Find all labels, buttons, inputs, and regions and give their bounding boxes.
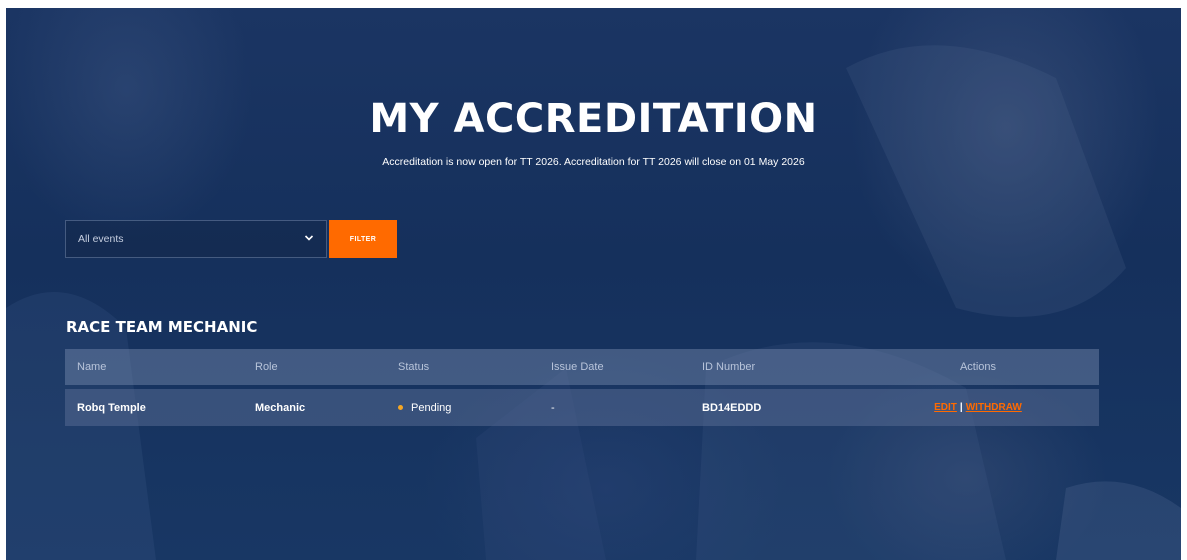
cell-role: Mechanic (255, 401, 306, 414)
cell-name: Robq Temple (77, 401, 146, 414)
cell-issue-date: - (551, 401, 555, 414)
section-title: RACE TEAM MECHANIC (66, 318, 258, 336)
column-header-issue-date: Issue Date (551, 361, 604, 373)
column-header-actions: Actions (959, 361, 997, 373)
filter-button[interactable]: FILTER (329, 220, 397, 258)
column-header-role: Role (255, 361, 278, 373)
event-select-value: All events (78, 233, 124, 245)
edit-link[interactable]: EDIT (934, 402, 957, 413)
cell-id-number: BD14EDDD (702, 401, 762, 414)
column-header-status: Status (398, 361, 430, 373)
page-background: MY ACCREDITATION Accreditation is now op… (6, 8, 1181, 560)
page-subtitle: Accreditation is now open for TT 2026. A… (382, 156, 805, 168)
event-select[interactable]: All events (65, 220, 327, 258)
page-title: MY ACCREDITATION (369, 96, 818, 142)
chevron-down-icon (304, 235, 314, 241)
cell-status: Pending (398, 389, 451, 426)
status-badge: Pending (411, 401, 452, 414)
table-header: Name Role Status Issue Date ID Number Ac… (65, 349, 1099, 385)
column-header-id-number: ID Number (702, 361, 756, 373)
actions-separator: | (959, 402, 963, 413)
column-header-name: Name (77, 361, 107, 373)
withdraw-link[interactable]: WITHDRAW (966, 402, 1022, 413)
background-photo-overlay (6, 45, 1181, 560)
cell-actions: EDIT | WITHDRAW (923, 389, 1033, 426)
status-dot-icon (398, 405, 403, 410)
table-row: Robq Temple Mechanic Pending - BD14EDDD … (65, 389, 1099, 426)
